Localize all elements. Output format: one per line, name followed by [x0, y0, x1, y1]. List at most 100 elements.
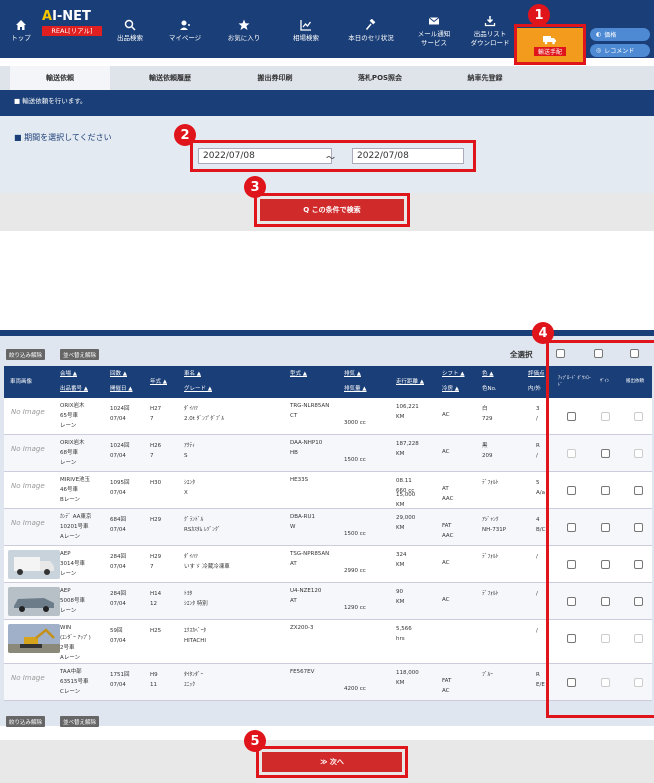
cell-count-date: 284回 07/04 [110, 554, 126, 570]
hammer-icon [365, 19, 376, 31]
sort-clear-button[interactable]: 並べ替え解除 [60, 349, 100, 360]
cell-mileage-2: 15,000 KM [396, 492, 416, 508]
nav-market-search-label: 相場検索 [293, 34, 319, 43]
price-pill-button[interactable]: ◐ 価格 [590, 28, 650, 41]
cell-type: ZX200-3 [290, 625, 314, 631]
cell-color: ﾌﾞﾙｰ [482, 672, 494, 678]
tab-pos-inquiry[interactable]: 落札POS照会 [330, 66, 430, 90]
cell-year: H14 12 [150, 591, 162, 607]
ai-net-logo[interactable]: AI-NET REAL[リアル] [42, 10, 104, 48]
cell-model: ﾀｲﾀﾝﾀﾞｰ ﾕﾆｯｸ [184, 672, 204, 688]
no-image-placeholder: No Image [11, 674, 45, 682]
cell-model: ｸﾞﾗﾝﾄﾞﾙ RSｶｽﾀﾑ ﾚﾂﾞﾝｸﾞ [184, 517, 221, 533]
th-year[interactable]: 年式 ▲ [150, 375, 167, 389]
th-eval[interactable]: 評価点 [528, 367, 545, 381]
tab-transport-request[interactable]: 輸送依頼 [10, 66, 110, 90]
th-grade[interactable]: グレード ▲ [184, 382, 212, 396]
cell-cc: 3000 cc [344, 420, 366, 426]
cell-eval: 5 A/a [536, 480, 545, 496]
nav-auction-status[interactable]: 本日のセリ状況 [336, 0, 406, 58]
th-count[interactable]: 回数 ▲ [110, 367, 127, 381]
cell-cc: 2990 cc [344, 568, 366, 574]
nav-market-search[interactable]: 相場検索 [278, 0, 334, 58]
cell-color: ｱｼﾞｬﾝｸ NH-731P [482, 517, 507, 533]
filter-clear-button[interactable]: 絞り込み解除 [6, 349, 46, 360]
th-date[interactable]: 開催日 ▲ [110, 382, 132, 396]
cell-type: HE33S [290, 477, 309, 483]
cell-cc: 1500 cc [344, 457, 366, 463]
nav-listing-search-label: 出品検索 [117, 34, 143, 43]
cell-shift: AC [442, 412, 450, 418]
cell-type: U4-NZE120 AT [290, 588, 322, 604]
th-venue[interactable]: 会場 ▲ [60, 367, 77, 381]
nav-mail-service-label: メール通知 サービス [417, 30, 451, 47]
vehicle-photo [8, 624, 60, 653]
cell-count-date: 59回 07/04 [110, 628, 126, 644]
nav-auction-status-label: 本日のセリ状況 [348, 34, 394, 43]
cell-venue: TAA中部 63515号車 Cレーン [60, 669, 89, 695]
cell-model: ﾄﾖﾀ ｼｴﾝﾀ 特別 [184, 591, 208, 607]
cell-color: ﾃﾞﾌｫﾙﾄ [482, 591, 499, 597]
cell-shift: FAT AC [442, 678, 452, 694]
step-badge-1: 1 [528, 4, 550, 26]
cell-eval: R E/E [536, 672, 545, 688]
cell-mileage: 5,566 hrs [396, 626, 412, 642]
recommend-pill-button[interactable]: ◎ レコメンド [590, 44, 650, 57]
cell-type: DAA-NHP10 HB [290, 440, 323, 456]
th-cc2[interactable]: 排気量 ▲ [344, 382, 366, 396]
cell-venue: ORIX岩木 68号車 レーン [60, 440, 85, 466]
cell-shift: AT AAC [442, 486, 454, 502]
cell-eval: / [536, 554, 538, 560]
tab-request-history[interactable]: 輸送依頼履歴 [120, 66, 220, 90]
highlight-box-4 [546, 340, 654, 718]
cell-eval: / [536, 591, 538, 597]
th-venue-no[interactable]: 出品番号 ▲ [60, 382, 88, 396]
filter-clear-button-bottom[interactable]: 絞り込み解除 [6, 716, 46, 727]
sort-clear-button-bottom[interactable]: 並べ替え解除 [60, 716, 100, 727]
user-icon [180, 20, 190, 31]
nav-favorites[interactable]: お気に入り [214, 0, 274, 58]
cell-venue: ORIX岩木 65号車 レーン [60, 403, 85, 429]
logo-main-text: AI-NET [42, 9, 91, 24]
nav-top[interactable]: トップ [0, 0, 42, 58]
highlight-box-1 [514, 24, 586, 65]
tab-carry-out-ticket[interactable]: 搬出券印刷 [225, 66, 325, 90]
step-badge-4: 4 [532, 322, 554, 344]
cell-type: TSG-NPR85AN AT [290, 551, 330, 567]
cell-color: ﾃﾞﾌｫﾙﾄ [482, 554, 499, 560]
cell-venue: ｶﾝﾃﾞ AA東京 10201号車 Aレーン [60, 514, 92, 540]
nav-top-label: トップ [11, 34, 31, 43]
th-ac[interactable]: 冷房 ▲ [442, 382, 459, 396]
cell-year: H29 [150, 517, 162, 523]
nav-listing-search[interactable]: 出品検索 [104, 0, 156, 58]
no-image-placeholder: No Image [11, 519, 45, 527]
cell-shift: AC [442, 597, 450, 603]
cell-year: H29 7 [150, 554, 162, 570]
cell-venue: MIRIVE池玉 46号車 Bレーン [60, 477, 91, 503]
tab-delivery-registration[interactable]: 納車先登録 [435, 66, 535, 90]
cell-mileage: 29,000 KM [396, 515, 416, 531]
th-mileage[interactable]: 走行距離 ▲ [396, 375, 424, 389]
cell-cc: 1290 cc [344, 605, 366, 611]
cell-count-date: 1024回 07/04 [110, 443, 130, 459]
nav-list-download-label: 出品リスト ダウンロード [470, 30, 510, 47]
th-cc[interactable]: 排気 ▲ [344, 367, 361, 381]
nav-mypage[interactable]: マイページ [160, 0, 210, 58]
cell-type: DBA-RU1 W [290, 514, 315, 530]
cell-model: ｴｸｽｶﾍﾞｰﾀ HITACHI [184, 628, 207, 644]
th-shift[interactable]: シフト ▲ [442, 367, 464, 381]
cell-year: H30 [150, 480, 162, 486]
cell-count-date: 684回 07/04 [110, 517, 126, 533]
period-label: ■ 期間を選択してください [14, 133, 112, 142]
info-banner: ■ 輸送依頼を行います。 [0, 90, 654, 116]
nav-mail-service[interactable]: メール通知 サービス [406, 0, 462, 58]
star-icon [238, 19, 250, 31]
cell-model: ﾀﾞｲﾊﾂ 2.0t ﾀﾞﾝﾌﾟﾀﾞﾌﾞﾙ [184, 406, 225, 422]
no-image-placeholder: No Image [11, 445, 45, 453]
highlight-box-3 [254, 193, 410, 227]
th-model[interactable]: 車名 ▲ [184, 367, 201, 381]
cell-venue: AEP 3014号車 レーン [60, 551, 85, 577]
nav-list-download[interactable]: 出品リスト ダウンロード [462, 0, 518, 58]
th-color[interactable]: 色 ▲ [482, 367, 493, 381]
th-type[interactable]: 型式 ▲ [290, 367, 307, 381]
